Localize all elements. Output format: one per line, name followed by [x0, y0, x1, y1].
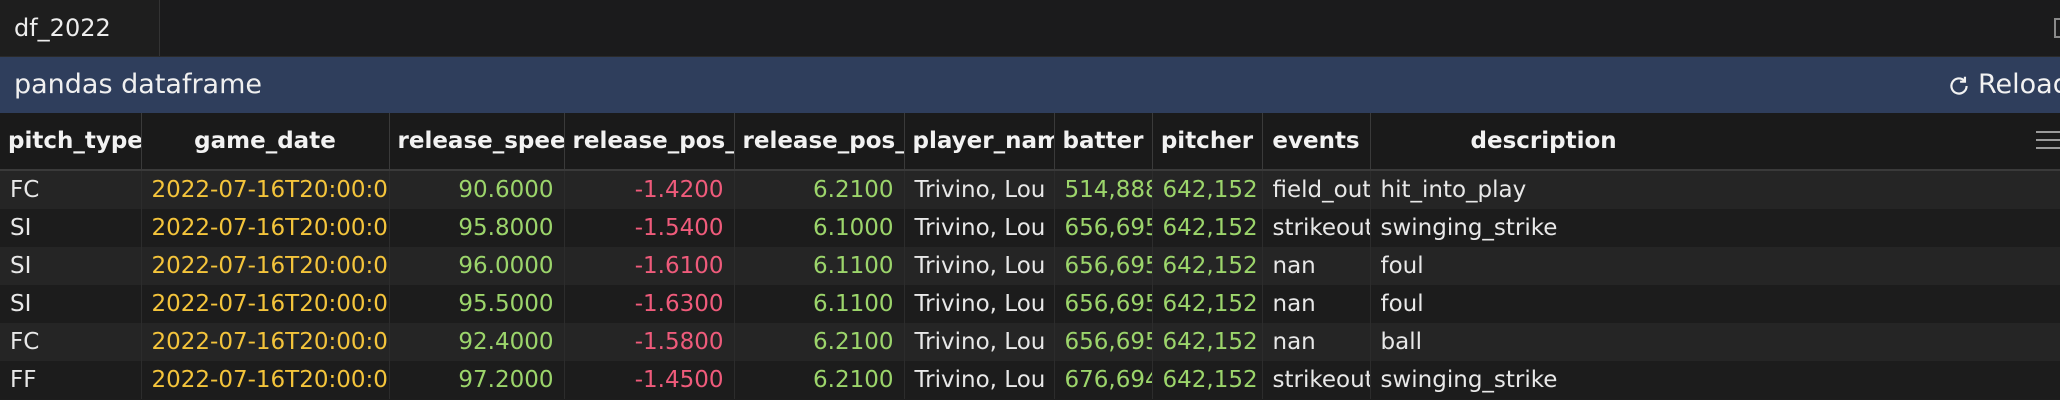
reload-button[interactable]: Reload — [1946, 57, 2060, 113]
dataframe-table: pitch_type game_date release_speed relea… — [0, 113, 2060, 399]
cell-game-date: 2022-07-16T20:00:00.000 — [141, 209, 390, 247]
cell-batter: 656,695 — [1054, 209, 1153, 247]
header-title: pandas dataframe — [14, 69, 263, 100]
cell-release-speed: 95.8000 — [389, 209, 565, 247]
cell-events: nan — [1262, 323, 1371, 361]
cell-events: strikeout — [1262, 209, 1371, 247]
cell-pitcher: 642,152 — [1152, 323, 1263, 361]
column-header-game-date[interactable]: game_date — [141, 113, 390, 171]
tab-bar: df_2022 — [0, 0, 2060, 57]
cell-release-pos-z: 6.2100 — [734, 170, 905, 209]
column-header-events[interactable]: events — [1262, 113, 1371, 171]
cell-release-pos-z: 6.2100 — [734, 361, 905, 399]
column-header-pitch-type[interactable]: pitch_type — [0, 113, 142, 171]
table-row[interactable]: SI 2022-07-16T20:00:00.000 95.5000 -1.63… — [0, 285, 2060, 323]
cell-description: foul — [1370, 285, 2060, 323]
cell-release-pos-z: 6.2100 — [734, 323, 905, 361]
cell-pitcher: 642,152 — [1152, 209, 1263, 247]
reload-icon — [1950, 76, 1968, 95]
cell-player-name: Trivino, Lou — [904, 247, 1055, 285]
cell-release-speed: 97.2000 — [389, 361, 565, 399]
cell-release-speed: 96.0000 — [389, 247, 565, 285]
column-header-batter[interactable]: batter — [1054, 113, 1153, 171]
cell-pitch-type: FC — [0, 323, 142, 361]
cell-description: foul — [1370, 247, 2060, 285]
cell-release-speed: 95.5000 — [389, 285, 565, 323]
cell-batter: 514,888 — [1054, 170, 1153, 209]
cell-game-date: 2022-07-16T20:00:00.000 — [141, 285, 390, 323]
cell-release-pos-x: -1.4200 — [564, 170, 735, 209]
tab-df-2022[interactable]: df_2022 — [0, 0, 160, 56]
cell-game-date: 2022-07-16T20:00:00.000 — [141, 170, 390, 209]
cell-player-name: Trivino, Lou — [904, 209, 1055, 247]
cell-events: nan — [1262, 285, 1371, 323]
cell-pitcher: 642,152 — [1152, 170, 1263, 209]
cell-description: swinging_strike — [1370, 361, 2060, 399]
cell-pitcher: 642,152 — [1152, 285, 1263, 323]
column-header-description[interactable]: description — [1370, 113, 2060, 171]
cell-release-pos-x: -1.6300 — [564, 285, 735, 323]
cell-description: ball — [1370, 323, 2060, 361]
column-menu-icon[interactable] — [2036, 131, 2060, 151]
cell-events: field_out — [1262, 170, 1371, 209]
cell-pitch-type: FF — [0, 361, 142, 399]
table-row[interactable]: FF 2022-07-16T20:00:00.000 97.2000 -1.45… — [0, 361, 2060, 399]
column-header-release-pos-z[interactable]: release_pos_z — [734, 113, 905, 171]
cell-pitch-type: SI — [0, 285, 142, 323]
table-row[interactable]: FC 2022-07-16T20:00:00.000 90.6000 -1.42… — [0, 170, 2060, 209]
cell-player-name: Trivino, Lou — [904, 170, 1055, 209]
cell-game-date: 2022-07-16T20:00:00.000 — [141, 361, 390, 399]
table-row[interactable]: SI 2022-07-16T20:00:00.000 96.0000 -1.61… — [0, 247, 2060, 285]
cell-release-pos-x: -1.5800 — [564, 323, 735, 361]
cell-player-name: Trivino, Lou — [904, 361, 1055, 399]
cell-player-name: Trivino, Lou — [904, 323, 1055, 361]
cell-pitcher: 642,152 — [1152, 247, 1263, 285]
cell-game-date: 2022-07-16T20:00:00.000 — [141, 247, 390, 285]
cell-release-pos-z: 6.1100 — [734, 285, 905, 323]
cell-player-name: Trivino, Lou — [904, 285, 1055, 323]
cell-description: swinging_strike — [1370, 209, 2060, 247]
cell-pitch-type: SI — [0, 247, 142, 285]
cell-release-pos-z: 6.1100 — [734, 247, 905, 285]
cell-batter: 656,695 — [1054, 323, 1153, 361]
cell-pitcher: 642,152 — [1152, 361, 1263, 399]
cell-pitch-type: FC — [0, 170, 142, 209]
cell-game-date: 2022-07-16T20:00:00.000 — [141, 323, 390, 361]
cell-release-speed: 90.6000 — [389, 170, 565, 209]
split-editor-icon[interactable] — [2054, 18, 2060, 38]
cell-events: strikeout — [1262, 361, 1371, 399]
cell-pitch-type: SI — [0, 209, 142, 247]
reload-label: Reload — [1978, 69, 2060, 100]
dataframe-header: pandas dataframe Reload — [0, 57, 2060, 113]
column-header-release-pos-x[interactable]: release_pos_x — [564, 113, 735, 171]
column-header-player-name[interactable]: player_name — [904, 113, 1055, 171]
cell-release-speed: 92.4000 — [389, 323, 565, 361]
cell-release-pos-x: -1.5400 — [564, 209, 735, 247]
column-header-release-speed[interactable]: release_speed — [389, 113, 565, 171]
cell-release-pos-x: -1.6100 — [564, 247, 735, 285]
cell-description: hit_into_play — [1370, 170, 2060, 209]
cell-batter: 676,694 — [1054, 361, 1153, 399]
cell-batter: 656,695 — [1054, 285, 1153, 323]
table-row[interactable]: SI 2022-07-16T20:00:00.000 95.8000 -1.54… — [0, 209, 2060, 247]
cell-release-pos-x: -1.4500 — [564, 361, 735, 399]
table-row[interactable]: FC 2022-07-16T20:00:00.000 92.4000 -1.58… — [0, 323, 2060, 361]
cell-events: nan — [1262, 247, 1371, 285]
cell-release-pos-z: 6.1000 — [734, 209, 905, 247]
header-row: pitch_type game_date release_speed relea… — [0, 113, 2060, 171]
cell-batter: 656,695 — [1054, 247, 1153, 285]
column-header-pitcher[interactable]: pitcher — [1152, 113, 1263, 171]
